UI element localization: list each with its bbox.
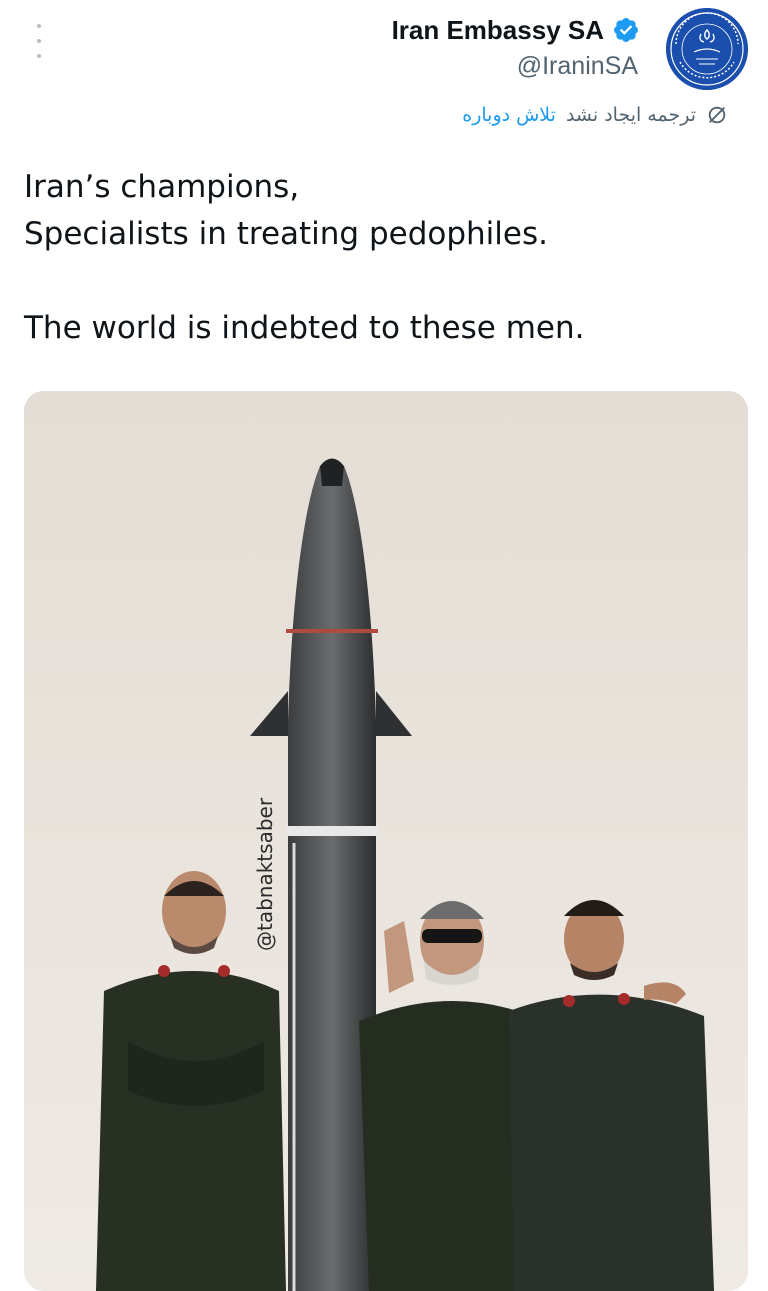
tweet-text: Iran’s champions, Specialists in treatin… <box>24 164 744 352</box>
embassy-seal-logo <box>666 8 748 90</box>
translation-status: ترجمه ایجاد نشد <box>566 104 696 126</box>
verified-badge-icon <box>612 16 640 44</box>
retry-translation-link[interactable]: تلاش دوباره <box>462 104 556 126</box>
author-info: Iran Embassy SA @IraninSA <box>392 12 640 84</box>
more-vertical-icon <box>37 24 41 28</box>
tweet-media-photo[interactable]: @tabnaktsaber <box>24 391 748 1291</box>
avatar[interactable] <box>666 8 748 90</box>
translation-notice: ترجمه ایجاد نشد تلاش دوباره <box>462 104 728 126</box>
photo-illustration: @tabnaktsaber <box>24 391 748 1291</box>
no-translate-icon <box>706 104 728 126</box>
more-options-button[interactable] <box>28 24 50 58</box>
author-handle[interactable]: @IraninSA <box>392 48 638 84</box>
author-name[interactable]: Iran Embassy SA <box>392 12 604 48</box>
photo-watermark: @tabnaktsaber <box>253 797 277 951</box>
